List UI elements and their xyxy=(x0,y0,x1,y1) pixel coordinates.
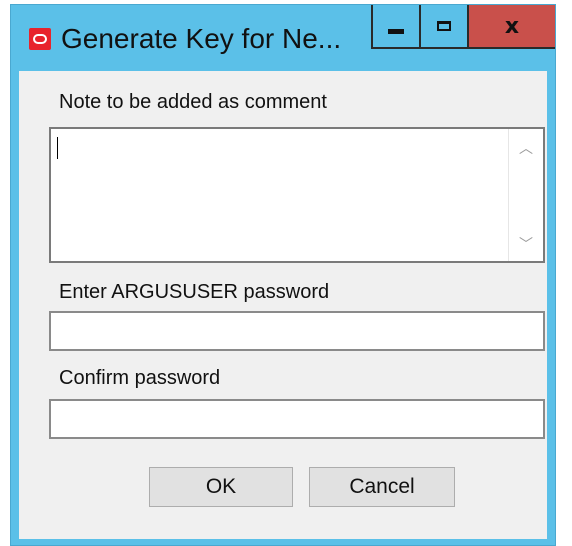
vertical-scrollbar[interactable]: ︿ ﹀ xyxy=(508,129,543,261)
cancel-button[interactable]: Cancel xyxy=(309,467,455,507)
dialog-client-area: Note to be added as comment ︿ ﹀ Enter AR… xyxy=(19,71,547,539)
password-label: Enter ARGUSUSER password xyxy=(59,281,330,303)
dialog-window: Generate Key for Ne... x Note to be adde… xyxy=(10,4,556,546)
password-input[interactable] xyxy=(49,311,545,351)
maximize-icon xyxy=(437,21,451,31)
window-title: Generate Key for Ne... xyxy=(61,23,342,54)
minimize-button[interactable] xyxy=(371,5,421,49)
maximize-button[interactable] xyxy=(421,5,469,49)
close-icon: x xyxy=(504,13,520,39)
scroll-up-arrow-icon[interactable]: ︿ xyxy=(509,133,543,163)
note-textarea[interactable]: ︿ ﹀ xyxy=(49,127,545,263)
confirm-password-label: Confirm password xyxy=(59,367,221,389)
scroll-down-arrow-icon[interactable]: ﹀ xyxy=(509,229,543,259)
minimize-icon xyxy=(388,28,404,34)
oracle-app-icon xyxy=(29,28,51,50)
confirm-password-input[interactable] xyxy=(49,399,545,439)
ok-button[interactable]: OK xyxy=(149,467,293,507)
title-bar[interactable]: Generate Key for Ne... x xyxy=(11,5,555,71)
close-button[interactable]: x xyxy=(469,5,555,49)
text-caret xyxy=(57,137,58,159)
note-label: Note to be added as comment xyxy=(59,91,327,113)
